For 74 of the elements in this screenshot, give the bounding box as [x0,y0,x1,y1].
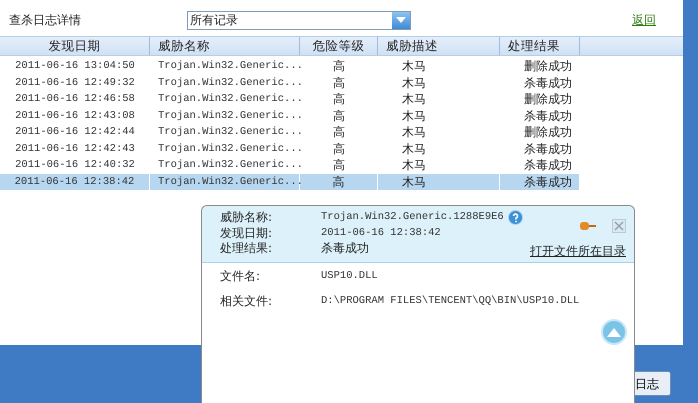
field-value: 2011-06-16 12:38:42 [321,226,441,241]
help-icon[interactable] [508,210,523,226]
table-cell-text: 高 [332,108,346,124]
table-row[interactable]: 2011-06-16 12:42:43 Trojan.Win32.Generic... 高 木马 杀毒成功 [0,140,580,157]
table-cell: 杀毒成功 [500,174,580,190]
table-cell-text: 杀毒成功 [523,140,573,157]
field-value: Trojan.Win32.Generic.1288E9E6 [321,210,504,225]
table-cell: 木马 [378,174,500,190]
table-cell-text: Trojan.Win32.Generic... [157,59,300,74]
table-row[interactable]: 2011-06-16 12:49:32 Trojan.Win32.Generic... 高 木马 杀毒成功 [0,74,580,91]
table-cell-text: Trojan.Win32.Generic... [157,76,300,90]
table-cell-text: 2011-06-16 12:49:32 [14,76,136,90]
table-cell-text: 木马 [401,140,427,157]
field-value: D:\PROGRAM FILES\TENCENT\QQ\BIN\USP10.DLL [321,294,580,309]
table-cell-text: 高 [332,124,346,140]
table-row[interactable]: 2011-06-16 13:04:50 Trojan.Win32.Generic... 高 木马 删除成功 [0,58,580,74]
table-cell-text: Trojan.Win32.Generic... [157,125,300,140]
scroll-up-button[interactable] [601,319,627,345]
field-value: 杀毒成功 [321,241,369,256]
page-title: 查杀日志详情 [9,12,82,29]
table-cell-text: Trojan.Win32.Generic... [157,158,300,173]
table-cell-text: 高 [332,91,346,108]
field-value: USP10.DLL [321,269,378,284]
table-cell-text: 木马 [401,91,427,108]
table-cell-text: 木马 [401,58,427,74]
filter-dropdown[interactable]: 所有记录 [187,10,411,30]
field-label: 发现日期: [220,226,274,241]
table-cell-text: 木马 [401,157,427,174]
close-button[interactable] [612,219,626,233]
table-cell-text: 删除成功 [523,58,573,74]
table-cell-text: 木马 [401,74,427,91]
table-cell-text: 木马 [401,124,427,140]
field-label: 文件名: [220,268,262,285]
pin-icon[interactable] [580,221,596,231]
column-header[interactable]: 危险等级 [300,37,378,55]
table-row[interactable]: 2011-06-16 12:43:08 Trojan.Win32.Generic... 高 木马 杀毒成功 [0,108,580,124]
table-row[interactable]: 2011-06-16 12:46:58 Trojan.Win32.Generic... 高 木马 删除成功 [0,91,580,108]
table-cell-text: 2011-06-16 12:46:58 [14,92,136,107]
table-cell-text: 删除成功 [523,91,573,108]
field-label: 相关文件: [220,293,274,310]
table-row[interactable]: 2011-06-16 12:42:44 Trojan.Win32.Generic... 高 木马 删除成功 [0,124,580,140]
table-cell-text: 高 [332,58,346,74]
table-cell-text: Trojan.Win32.Generic... [157,108,300,124]
column-header[interactable]: 发现日期 [0,37,150,55]
table-row[interactable]: 2011-06-16 12:38:42 Trojan.Win32.Generic... 高 木马 杀毒成功 [0,174,580,190]
table-cell: 高 [300,174,378,190]
table-row[interactable]: 2011-06-16 12:40:32 Trojan.Win32.Generic... 高 木马 杀毒成功 [0,157,580,174]
column-header[interactable]: 威胁名称 [150,37,300,55]
table-cell-text: 高 [332,140,346,157]
table-cell-text: 删除成功 [523,124,573,140]
open-folder-link[interactable]: 打开文件所在目录 [530,242,626,260]
table-cell-text: 2011-06-16 12:42:44 [14,125,136,140]
table-cell: Trojan.Win32.Generic... [150,174,300,190]
table-cell-text: 2011-06-16 12:40:32 [14,158,136,173]
back-link[interactable]: 返回 [632,11,656,29]
up-arrow-icon [607,328,621,336]
table-cell-text: Trojan.Win32.Generic... [157,92,300,107]
column-header[interactable]: 威胁描述 [378,37,500,55]
log-button[interactable]: 日志 [635,371,671,396]
close-icon [614,221,624,231]
table-cell-text: 高 [332,74,346,91]
table-cell-text: 2011-06-16 12:42:43 [14,142,136,156]
table-cell-text: 2011-06-16 12:43:08 [14,108,136,124]
table-cell-text: 杀毒成功 [523,74,573,91]
field-label: 处理结果: [220,241,274,256]
table-cell-text: 高 [332,157,346,174]
field-label: 威胁名称: [220,210,274,226]
table-cell-text: 木马 [401,108,427,124]
table-cell-text: 杀毒成功 [523,157,573,174]
column-header[interactable]: 处理结果 [500,37,580,55]
table-cell: 2011-06-16 12:38:42 [0,174,150,190]
table-cell-text: 杀毒成功 [523,108,573,124]
table-cell-text: Trojan.Win32.Generic... [157,142,300,156]
table-cell-text: 2011-06-16 13:04:50 [14,59,136,74]
